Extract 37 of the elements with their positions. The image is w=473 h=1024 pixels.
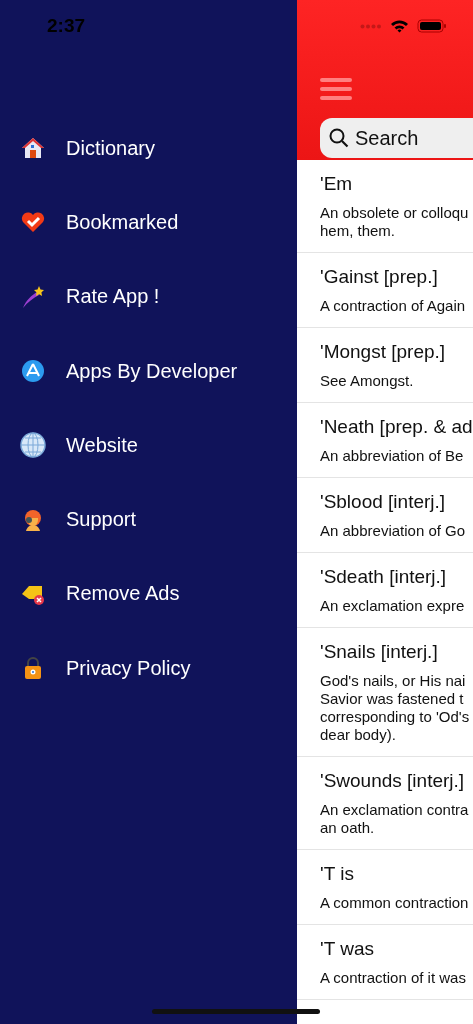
battery-icon	[417, 19, 447, 33]
menu-item[interactable]: Support	[66, 508, 137, 532]
globe-icon	[20, 432, 46, 459]
signal-icon	[360, 23, 382, 29]
entry-definition: An exclamation contra an oath.	[320, 801, 470, 837]
menu-item[interactable]: Rate App !	[66, 285, 160, 309]
wifi-icon	[390, 19, 409, 33]
menu-item[interactable]: Dictionary	[66, 136, 155, 160]
entry-word[interactable]: 'Mongst [prep.]	[320, 341, 473, 363]
entry-definition: An obsolete or colloqu hem, them.	[320, 204, 470, 240]
entry-word[interactable]: 'T is	[320, 863, 473, 885]
menu-icon[interactable]	[320, 78, 352, 101]
entry-definition: See Amongst.	[320, 372, 415, 390]
search-field[interactable]: Search	[320, 118, 473, 158]
entry-definition: An abbreviation of Go	[320, 522, 467, 540]
search-icon	[329, 128, 349, 148]
menu-item[interactable]: Privacy Policy	[66, 656, 191, 680]
status-time: 2:37	[47, 15, 86, 37]
entry-definition: God's nails, or His nai Savior was fastened t corresponding to 'Od's dear body).	[320, 672, 471, 744]
entry-definition: A common contraction	[320, 894, 470, 912]
entry-word[interactable]: 'Sblood [interj.]	[320, 491, 473, 513]
entry-word[interactable]: 'Em	[320, 173, 473, 195]
entry-word[interactable]: 'T was	[320, 938, 473, 960]
menu-item[interactable]: Apps By Developer	[66, 359, 238, 383]
app-store-icon	[20, 358, 46, 385]
menu-item[interactable]: Website	[66, 433, 138, 457]
entry-definition: A contraction of it was	[320, 969, 467, 987]
entry-definition: An exclamation expre	[320, 597, 466, 615]
entry-word[interactable]: 'Sdeath [interj.]	[320, 566, 473, 588]
entry-word[interactable]: 'Neath [prep. & ad	[320, 416, 473, 438]
entry-word[interactable]: 'Swounds [interj.]	[320, 770, 473, 792]
entry-definition: A contraction of Again	[320, 297, 467, 315]
menu-item[interactable]: Remove Ads	[66, 582, 180, 606]
menu-item[interactable]: Bookmarked	[66, 210, 179, 234]
entry-word[interactable]: 'Snails [interj.]	[320, 641, 473, 663]
entry-definition: An abbreviation of Be	[320, 447, 465, 465]
entry-word[interactable]: 'Gainst [prep.]	[320, 266, 473, 288]
